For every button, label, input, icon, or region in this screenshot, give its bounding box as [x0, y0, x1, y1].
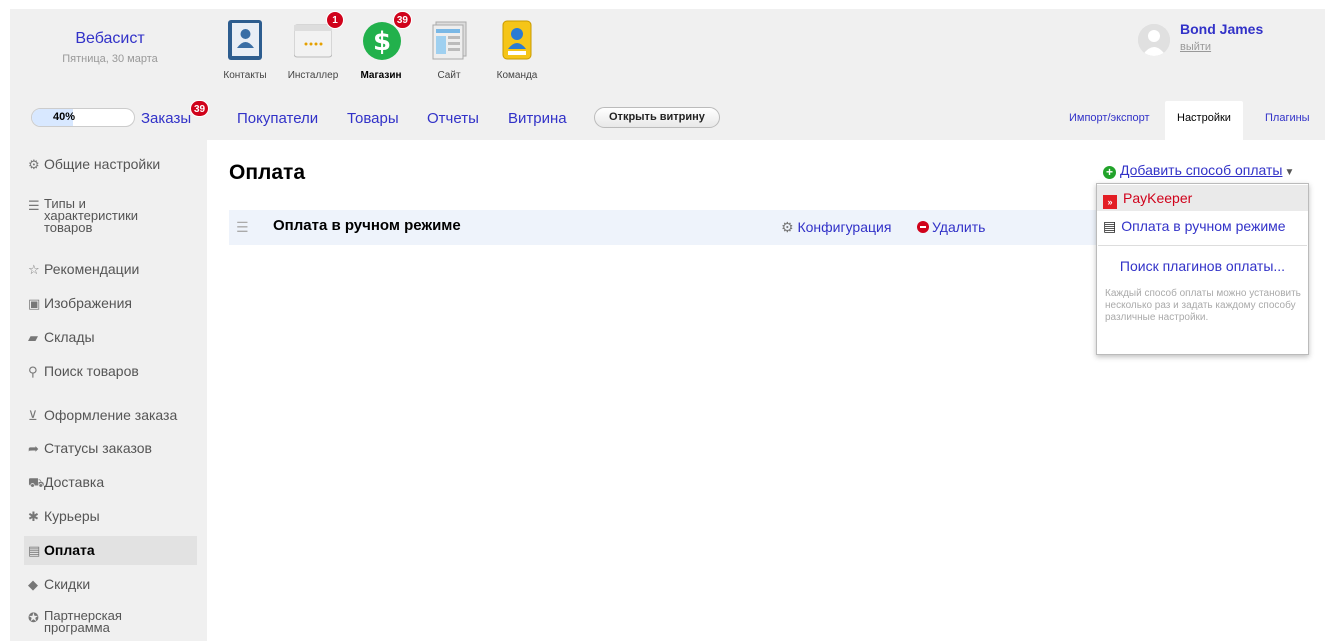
sidebar-item-order-statuses[interactable]: ➦ Статусы заказов — [24, 441, 197, 456]
app-site[interactable]: Сайт — [414, 19, 484, 81]
app-label: Магазин — [360, 70, 402, 81]
nav-products[interactable]: Товары — [347, 110, 399, 127]
top-strip — [0, 0, 1325, 9]
sidebar-item-label: Общие настройки — [44, 156, 161, 172]
sidebar-item-images[interactable]: ▣ Изображения — [24, 296, 197, 311]
sidebar-item-label: Статусы заказов — [44, 440, 152, 456]
award-icon: ✪ — [28, 610, 39, 625]
gears-icon: ⚙ — [28, 157, 40, 172]
dropdown-item-paykeeper[interactable]: » PayKeeper — [1097, 185, 1308, 211]
paykeeper-icon: » — [1103, 195, 1117, 209]
shop-badge: 39 — [392, 11, 412, 29]
sidebar-item-types[interactable]: ☰ Типы и характеристики товаров — [24, 196, 197, 235]
payment-method-row: ☰ Оплата в ручном режиме ⚙ Конфигурация … — [229, 210, 1100, 245]
nav-customers[interactable]: Покупатели — [237, 110, 318, 127]
add-payment-method-button[interactable]: + Добавить способ оплаты ▼ — [1103, 162, 1294, 179]
nav-reports[interactable]: Отчеты — [427, 110, 479, 127]
gear-icon: ⚙ — [781, 219, 794, 235]
add-payment-dropdown: » PayKeeper ▤ Оплата в ручном режиме Поиск… — [1096, 183, 1309, 355]
list-icon: ☰ — [28, 198, 40, 213]
caret-down-icon: ▼ — [1284, 167, 1295, 178]
sidebar-item-couriers[interactable]: ✱ Курьеры — [24, 509, 197, 524]
sidebar-item-label: Изображения — [44, 295, 132, 311]
app-label: Команда — [496, 70, 538, 81]
sidebar-item-label: Доставка — [44, 474, 105, 490]
sidebar-item-shipping[interactable]: ⛟Доставка — [24, 475, 197, 490]
search-icon: ⚲ — [28, 364, 38, 379]
contacts-icon — [226, 19, 264, 61]
sidebar-item-label: Типы и характеристики товаров — [44, 196, 139, 235]
sidebar-item-label: Оплата — [44, 542, 95, 558]
app-contacts[interactable]: Контакты — [210, 19, 280, 81]
camera-icon: ▣ — [28, 296, 41, 311]
site-icon — [430, 19, 468, 61]
delete-icon — [917, 221, 929, 233]
app-header: Вебасист Пятница, 30 марта Контакты 1 Ин… — [10, 9, 1325, 97]
shop-navbar: 40% Заказы 39 Покупатели Товары Отчеты В… — [10, 97, 1325, 140]
sidebar-item-checkout[interactable]: ⊻ Оформление заказа — [24, 408, 197, 423]
flag-icon: ➦ — [28, 441, 39, 456]
user-menu: Bond James выйти — [1138, 19, 1318, 59]
installer-badge: 1 — [326, 11, 344, 29]
sidebar-item-label: Курьеры — [44, 508, 100, 524]
nav-orders[interactable]: Заказы — [141, 110, 191, 127]
nav-storefront[interactable]: Витрина — [508, 110, 567, 127]
app-label: Сайт — [437, 70, 461, 81]
sidebar-item-label: Рекомендации — [44, 261, 140, 277]
settings-sidebar: ⚙ Общие настройки ☰ Типы и характеристики то… — [10, 140, 207, 641]
logout-link[interactable]: выйти — [1180, 41, 1211, 53]
brand-date: Пятница, 30 марта — [62, 53, 158, 65]
search-payment-plugins-link[interactable]: Поиск плагинов оплаты... — [1097, 258, 1308, 274]
tab-settings[interactable]: Настройки — [1165, 101, 1243, 140]
sidebar-item-general[interactable]: ⚙ Общие настройки — [24, 157, 197, 172]
sidebar-item-search[interactable]: ⚲ Поиск товаров — [24, 364, 197, 379]
tab-import-export[interactable]: Импорт/экспорт — [1069, 112, 1150, 124]
sidebar-item-label: Скидки — [44, 576, 91, 592]
truck-icon: ⛟ — [28, 475, 45, 490]
tag-icon: ◆ — [28, 577, 38, 592]
app-installer[interactable]: 1 Инсталлер — [278, 11, 348, 81]
box-icon: ▰ — [28, 330, 38, 345]
sidebar-item-discounts[interactable]: ◆ Скидки — [24, 577, 197, 592]
setup-progress-bar[interactable]: 40% — [31, 108, 135, 127]
progress-text: 40% — [52, 111, 76, 123]
money-icon: ▤ — [1103, 218, 1117, 234]
user-name[interactable]: Bond James — [1180, 21, 1263, 37]
shop-dollar-icon: $ 39 — [362, 11, 412, 61]
app-label: Контакты — [223, 70, 267, 81]
sidebar-item-label: Оформление заказа — [44, 407, 178, 423]
sidebar-item-stocks[interactable]: ▰ Склады — [24, 330, 197, 345]
page-title: Оплата — [229, 161, 306, 184]
drag-handle-icon[interactable]: ☰ — [236, 219, 249, 236]
app-team[interactable]: Команда — [482, 19, 552, 81]
sidebar-item-payment[interactable]: ▤ Оплата — [24, 536, 197, 565]
runner-icon: ✱ — [28, 509, 39, 524]
open-storefront-button[interactable]: Открыть витрину — [594, 107, 720, 128]
dropdown-hint: Каждый способ оплаты можно установить не… — [1105, 288, 1301, 323]
app-shop[interactable]: $ 39 Магазин — [346, 11, 416, 81]
svg-text:$: $ — [373, 27, 391, 57]
money-icon: ▤ — [28, 543, 41, 558]
brand-name[interactable]: Вебасист — [10, 30, 210, 48]
dropdown-item-manual[interactable]: ▤ Оплата в ручном режиме — [1097, 213, 1308, 239]
sidebar-item-label: Партнерская программа — [44, 608, 122, 635]
team-badge-icon — [498, 19, 536, 61]
app-label: Инсталлер — [287, 70, 339, 81]
avatar[interactable] — [1138, 24, 1170, 56]
sidebar-item-label: Поиск товаров — [44, 363, 139, 379]
orders-badge: 39 — [190, 100, 210, 117]
installer-icon: 1 — [293, 11, 344, 61]
tab-plugins[interactable]: Плагины — [1265, 112, 1310, 124]
plus-icon: + — [1103, 166, 1116, 179]
payment-method-name: Оплата в ручном режиме — [273, 217, 461, 234]
dropdown-divider — [1098, 245, 1307, 246]
sidebar-item-affiliate[interactable]: ✪ Партнерская программа — [24, 608, 197, 635]
delete-link[interactable]: Удалить — [917, 219, 985, 235]
sidebar-item-recommendations[interactable]: ☆ Рекомендации — [24, 262, 197, 277]
cart-icon: ⊻ — [28, 408, 38, 423]
star-icon: ☆ — [28, 262, 40, 277]
sidebar-item-label: Склады — [44, 329, 95, 345]
configure-link[interactable]: ⚙ Конфигурация — [781, 219, 891, 236]
